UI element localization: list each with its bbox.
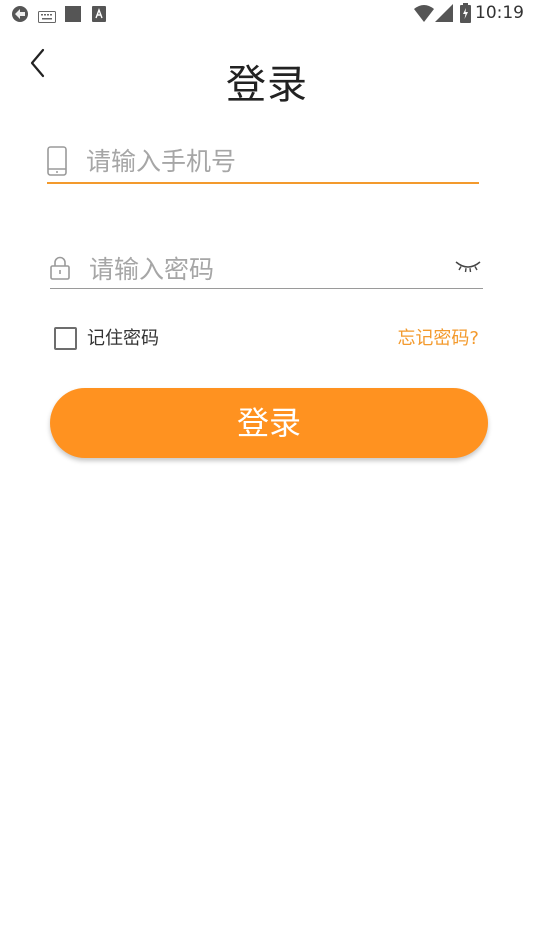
login-page: 10:19 登录 请输入手机号 记住密码 忘记密码? 登录 — [0, 0, 534, 950]
phone-field[interactable] — [47, 140, 479, 184]
battery-icon — [460, 3, 471, 27]
remember-checkbox[interactable] — [54, 327, 77, 350]
forgot-password-link[interactable]: 忘记密码? — [397, 327, 479, 351]
signal-icon — [435, 4, 453, 26]
login-button[interactable]: 登录 — [50, 388, 488, 458]
lock-icon — [50, 256, 70, 284]
sync-icon — [11, 5, 29, 27]
status-bar: 10:19 — [0, 0, 534, 28]
status-time: 10:19 — [475, 3, 524, 23]
phone-icon — [47, 146, 67, 180]
keyboard-icon — [38, 8, 56, 27]
eye-closed-icon[interactable] — [455, 259, 481, 275]
a-icon — [92, 6, 106, 26]
password-input[interactable] — [89, 251, 439, 287]
remember-label: 记住密码 — [87, 328, 159, 349]
square-icon — [65, 6, 81, 26]
page-title: 登录 — [226, 62, 308, 108]
password-field[interactable] — [50, 248, 483, 289]
phone-input[interactable] — [86, 143, 466, 179]
wifi-icon — [414, 4, 434, 26]
